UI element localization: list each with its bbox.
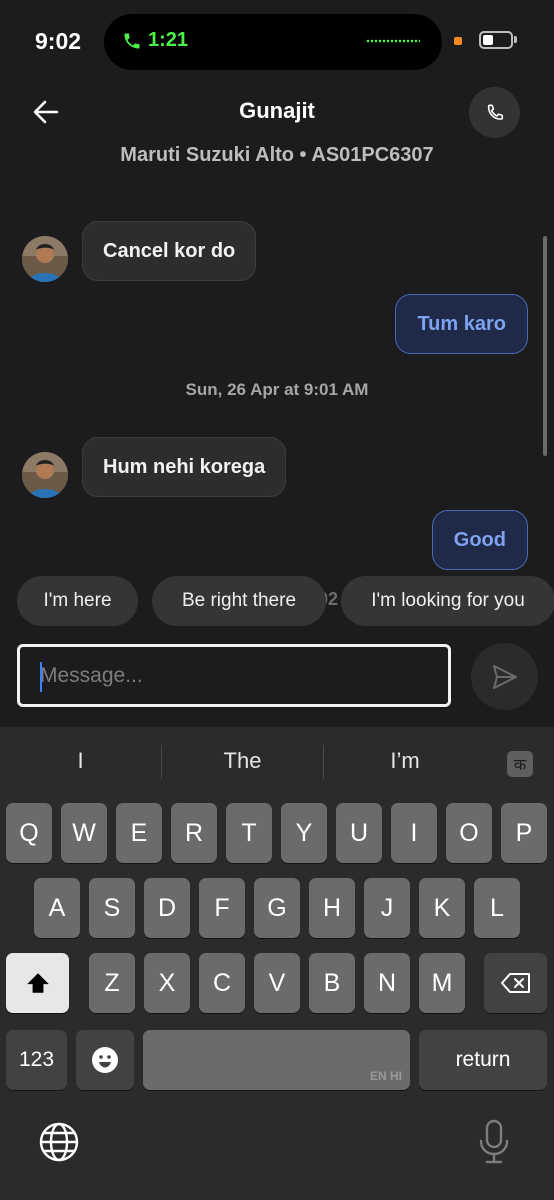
send-icon [492, 664, 517, 689]
phone-icon [487, 103, 503, 120]
backspace-icon [500, 973, 530, 993]
battery-icon [479, 31, 513, 49]
audio-waveform-icon [366, 39, 420, 43]
status-bar: 9:02 1:21 [0, 0, 554, 84]
shift-icon [26, 973, 49, 993]
key-n[interactable]: N [364, 953, 410, 1013]
key-k[interactable]: K [419, 878, 465, 938]
message-composer [0, 640, 554, 726]
contact-avatar[interactable] [22, 236, 68, 282]
key-r[interactable]: R [171, 803, 217, 863]
key-d[interactable]: D [144, 878, 190, 938]
call-duration: 1:21 [148, 29, 189, 51]
status-time: 9:02 [35, 28, 82, 54]
contact-avatar[interactable] [22, 452, 68, 498]
key-w[interactable]: W [61, 803, 107, 863]
suggestion-3[interactable]: I’m [324, 748, 486, 774]
key-j[interactable]: J [364, 878, 410, 938]
key-v[interactable]: V [254, 953, 300, 1013]
key-o[interactable]: O [446, 803, 492, 863]
key-i[interactable]: I [391, 803, 437, 863]
vehicle-info: Maruti Suzuki Alto • AS01PC6307 [120, 144, 434, 166]
dynamic-island[interactable]: 1:21 [104, 14, 442, 70]
phone-icon [124, 33, 140, 48]
microphone-icon[interactable] [478, 1119, 510, 1165]
keyboard: I The I’m क Q W E R T Y U I O P A S D F … [0, 727, 554, 1200]
emoji-icon [92, 1047, 118, 1073]
numbers-key[interactable]: 123 [6, 1030, 67, 1090]
key-p[interactable]: P [501, 803, 547, 863]
active-call-indicator[interactable]: 1:21 [122, 29, 188, 52]
message-input[interactable] [17, 644, 451, 707]
battery-level-fill [483, 35, 493, 45]
person-avatar-icon [22, 452, 68, 498]
suggestion-2[interactable]: The [162, 748, 323, 774]
key-t[interactable]: T [226, 803, 272, 863]
shift-key[interactable] [6, 953, 69, 1013]
suggestion-1[interactable]: I [0, 748, 161, 774]
person-avatar-icon [22, 236, 68, 282]
key-u[interactable]: U [336, 803, 382, 863]
keyboard-suggestions: I The I’m क [0, 727, 554, 799]
key-h[interactable]: H [309, 878, 355, 938]
key-l[interactable]: L [474, 878, 520, 938]
key-s[interactable]: S [89, 878, 135, 938]
chat-header: Gunajit Maruti Suzuki Alto • AS01PC6307 [0, 84, 554, 194]
message-bubble-incoming[interactable]: Hum nehi korega [82, 437, 287, 497]
message-bubble-outgoing[interactable]: Good [431, 510, 528, 570]
key-a[interactable]: A [34, 878, 80, 938]
quick-reply-im-here[interactable]: I'm here [17, 576, 138, 626]
key-e[interactable]: E [116, 803, 162, 863]
space-bar[interactable]: EN HI [143, 1030, 410, 1090]
space-bar-language: EN HI [369, 1069, 402, 1083]
hindi-input-icon[interactable]: क [507, 751, 533, 777]
quick-replies: 02 I'm here Be right there I'm looking f… [0, 576, 554, 626]
key-x[interactable]: X [144, 953, 190, 1013]
key-y[interactable]: Y [281, 803, 327, 863]
key-g[interactable]: G [254, 878, 300, 938]
call-button[interactable] [469, 87, 520, 138]
delete-key[interactable] [484, 953, 547, 1013]
date-separator: Sun, 26 Apr at 9:01 AM [185, 380, 369, 399]
return-key[interactable]: return [419, 1030, 547, 1090]
globe-icon[interactable] [38, 1121, 80, 1163]
message-bubble-incoming[interactable]: Cancel kor do [82, 221, 257, 281]
key-f[interactable]: F [199, 878, 245, 938]
key-m[interactable]: M [419, 953, 465, 1013]
scrollbar[interactable] [543, 236, 547, 456]
quick-reply-looking-for-you[interactable]: I'm looking for you [341, 576, 554, 626]
mic-in-use-indicator [454, 37, 462, 45]
key-q[interactable]: Q [6, 803, 52, 863]
message-list[interactable]: Cancel kor do Tum karo Sun, 26 Apr at 9:… [0, 200, 554, 640]
quick-reply-be-right-there[interactable]: Be right there [152, 576, 326, 626]
battery-cap [514, 36, 517, 43]
text-caret [40, 662, 42, 692]
key-b[interactable]: B [309, 953, 355, 1013]
key-z[interactable]: Z [89, 953, 135, 1013]
emoji-key[interactable] [76, 1030, 134, 1090]
key-c[interactable]: C [199, 953, 245, 1013]
send-button[interactable] [471, 643, 538, 710]
message-bubble-outgoing[interactable]: Tum karo [395, 294, 528, 354]
